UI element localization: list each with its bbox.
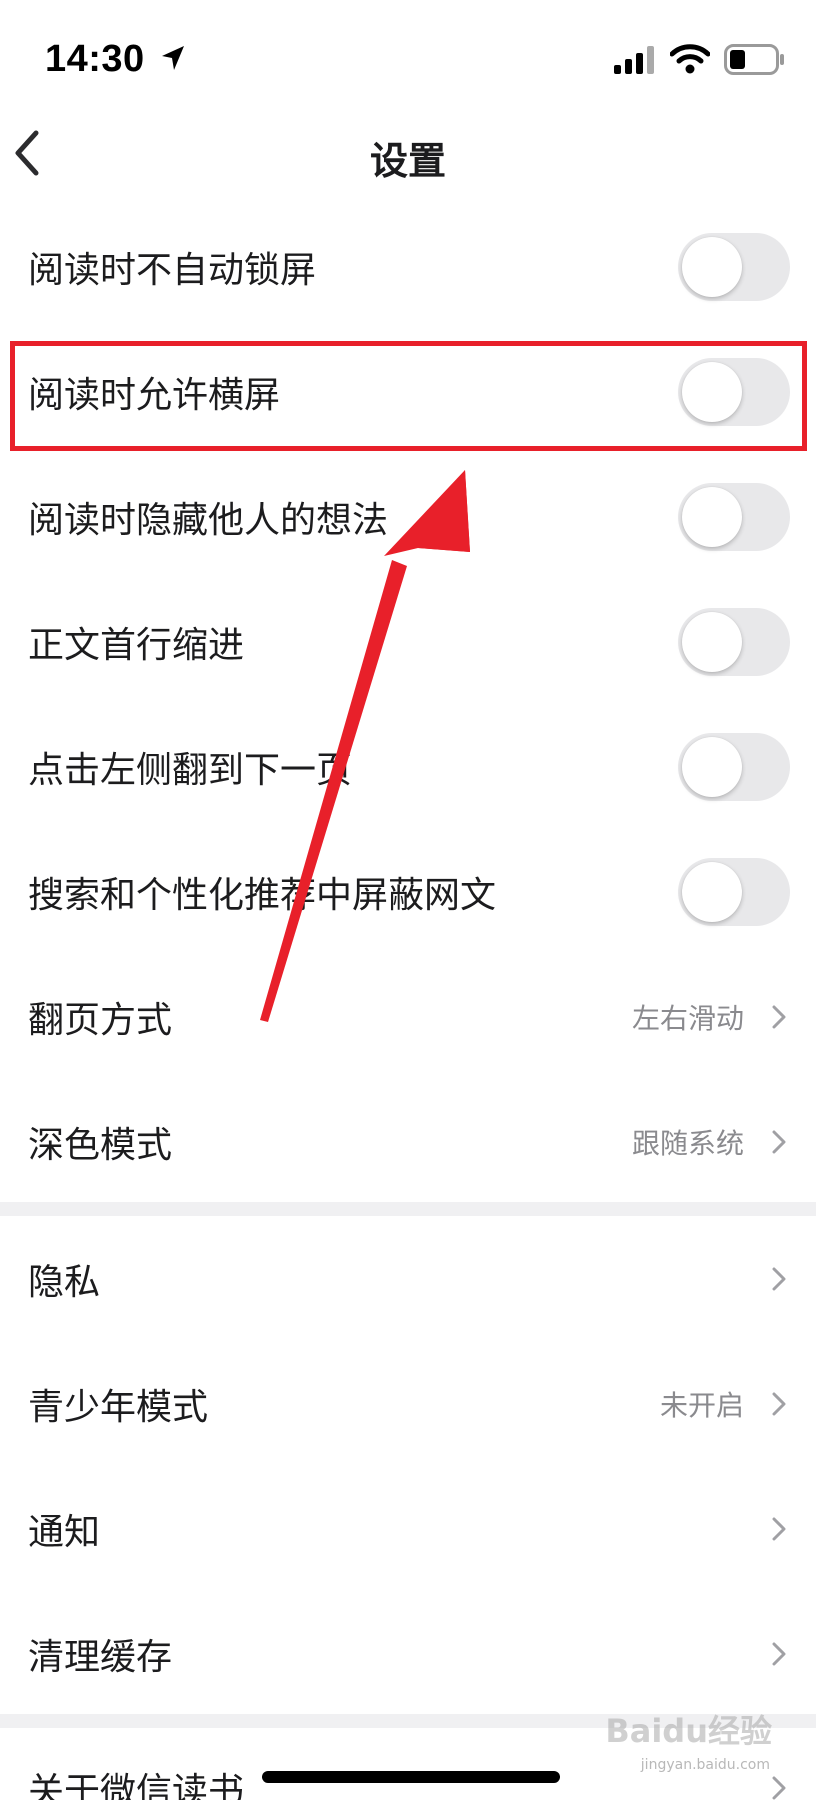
annotation-arrow-icon <box>260 470 470 1022</box>
watermark-logo: Baidu经验 <box>605 1712 772 1750</box>
home-indicator[interactable] <box>262 1771 560 1783</box>
watermark-url: jingyan.baidu.com <box>640 1757 770 1773</box>
